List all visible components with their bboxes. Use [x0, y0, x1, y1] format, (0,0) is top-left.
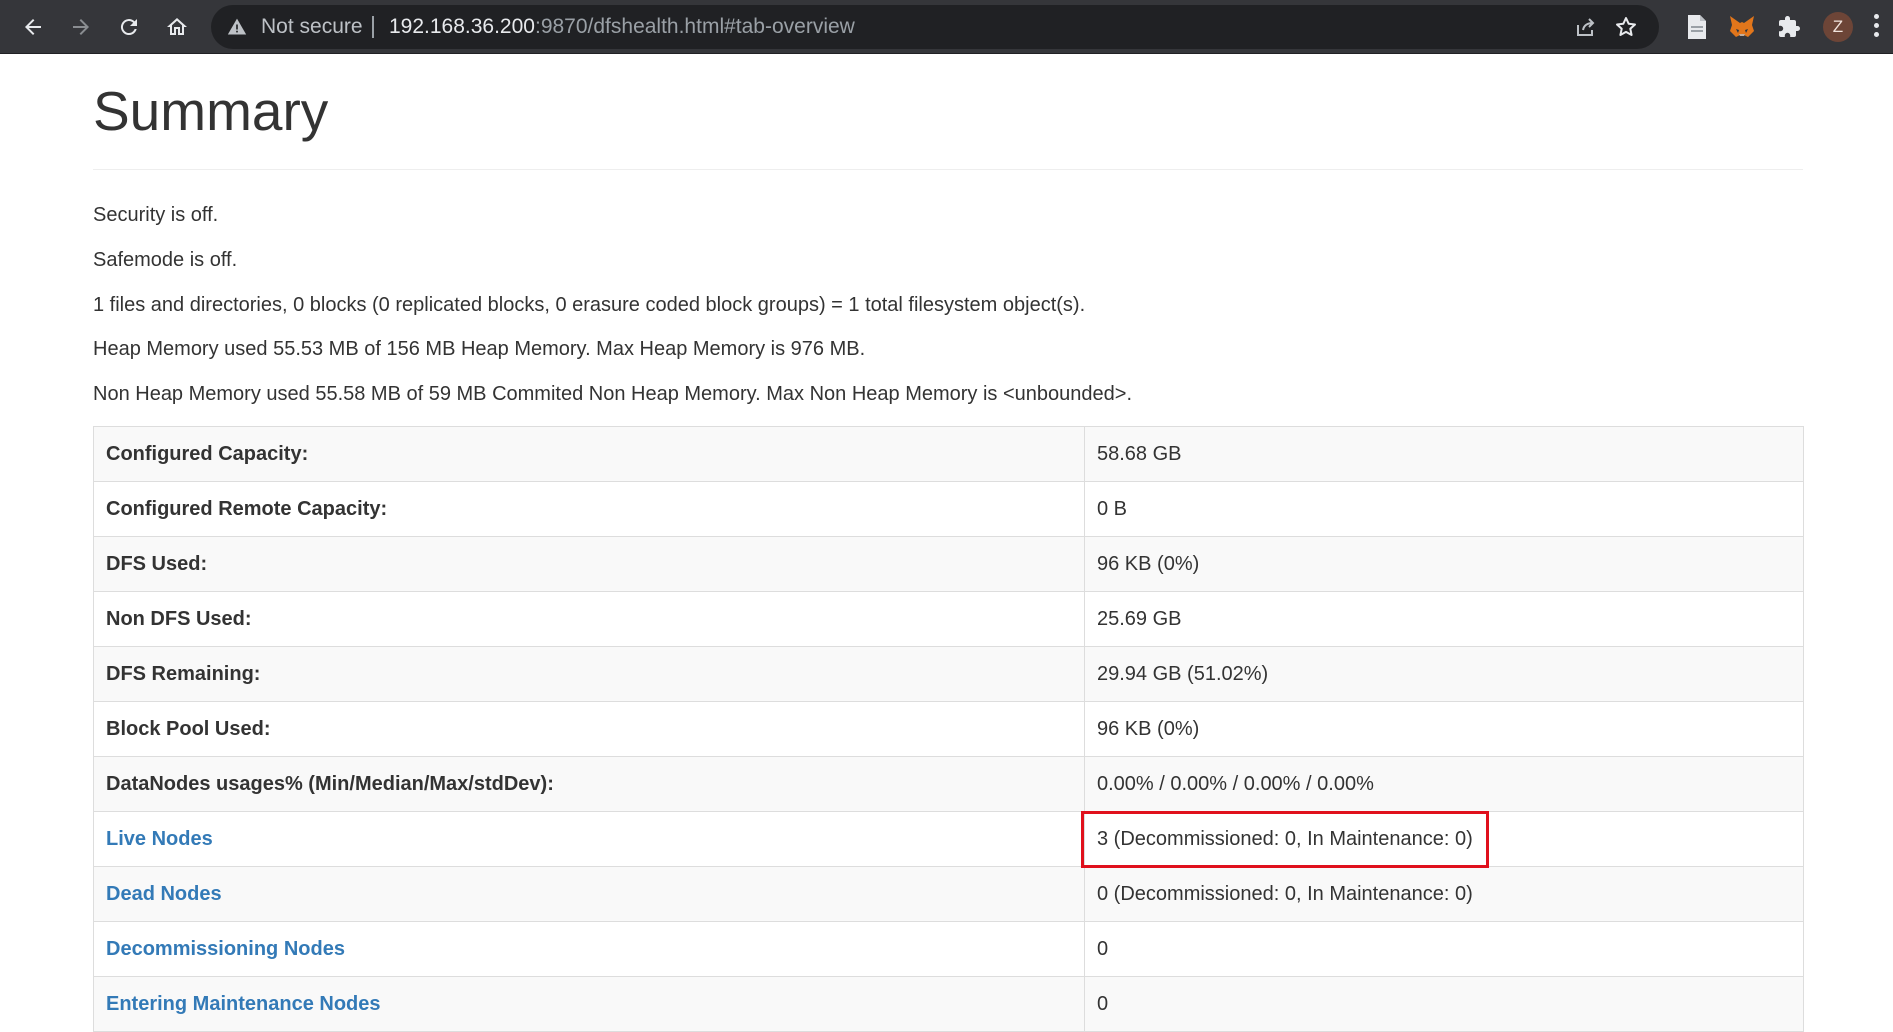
entering-maintenance-nodes-link[interactable]: Entering Maintenance Nodes — [106, 993, 381, 1015]
url-host: 192.168.36.200 — [389, 15, 535, 38]
row-value: 96 KB (0%) — [1084, 536, 1804, 592]
omnibox-divider — [372, 16, 374, 38]
row-value: 29.94 GB (51.02%) — [1084, 646, 1804, 702]
filesystem-objects-info: 1 files and directories, 0 blocks (0 rep… — [93, 294, 1086, 316]
table-row: DFS Used: 96 KB (0%) — [93, 536, 1804, 592]
profile-avatar[interactable]: Z — [1823, 12, 1853, 42]
row-value: 25.69 GB — [1084, 591, 1804, 647]
home-icon — [167, 18, 187, 35]
row-label: Configured Capacity: — [93, 426, 1085, 482]
safemode-status: Safemode is off. — [93, 249, 238, 271]
table-row: Decommissioning Nodes 0 — [93, 921, 1804, 977]
address-bar[interactable]: Not secure 192.168.36.200:9870/dfshealth… — [211, 5, 1659, 49]
share-icon[interactable] — [1574, 15, 1598, 39]
title-divider — [93, 169, 1803, 170]
fox-extension-icon — [1730, 16, 1754, 37]
row-value: 0 — [1084, 921, 1804, 977]
heap-memory-info: Heap Memory used 55.53 MB of 156 MB Heap… — [93, 338, 866, 360]
table-row: DataNodes usages% (Min/Median/Max/stdDev… — [93, 756, 1804, 812]
row-value: 3 (Decommissioned: 0, In Maintenance: 0) — [1081, 810, 1804, 868]
document-icon — [1688, 15, 1706, 39]
decommissioning-nodes-link[interactable]: Decommissioning Nodes — [106, 938, 345, 960]
kebab-menu-icon[interactable] — [1872, 14, 1880, 40]
row-label: DFS Remaining: — [93, 646, 1085, 702]
row-label: Entering Maintenance Nodes — [93, 976, 1085, 1032]
url-text[interactable]: 192.168.36.200:9870/dfshealth.html#tab-o… — [389, 5, 855, 49]
row-label: Live Nodes — [93, 811, 1085, 867]
row-value: 96 KB (0%) — [1084, 701, 1804, 757]
warning-triangle-icon — [227, 18, 247, 35]
table-row: Non DFS Used: 25.69 GB — [93, 591, 1804, 647]
metamask-extension-button[interactable] — [1728, 13, 1756, 41]
summary-table: Configured Capacity: 58.68 GB Configured… — [93, 426, 1804, 1032]
page-title: Summary — [93, 80, 329, 142]
reload-button[interactable] — [110, 8, 148, 46]
row-value: 58.68 GB — [1084, 426, 1804, 482]
arrow-left-icon — [25, 19, 41, 35]
row-label: DataNodes usages% (Min/Median/Max/stdDev… — [93, 756, 1085, 812]
table-row: Configured Capacity: 58.68 GB — [93, 426, 1804, 482]
forward-button[interactable] — [62, 8, 100, 46]
arrow-right-icon — [73, 19, 89, 35]
document-extension-button[interactable] — [1683, 13, 1711, 41]
table-row: Block Pool Used: 96 KB (0%) — [93, 701, 1804, 757]
not-secure-label[interactable]: Not secure — [261, 5, 363, 49]
row-value: 0 — [1084, 976, 1804, 1032]
row-value: 0 (Decommissioned: 0, In Maintenance: 0) — [1084, 866, 1804, 922]
star-icon[interactable] — [1614, 15, 1638, 39]
live-nodes-link[interactable]: Live Nodes — [106, 828, 213, 850]
puzzle-icon — [1779, 16, 1800, 37]
browser-toolbar: Not secure 192.168.36.200:9870/dfshealth… — [0, 0, 1893, 54]
row-value: 0 B — [1084, 481, 1804, 537]
non-heap-memory-info: Non Heap Memory used 55.58 MB of 59 MB C… — [93, 383, 1133, 405]
live-nodes-value-highlighted: 3 (Decommissioned: 0, In Maintenance: 0) — [1081, 810, 1489, 868]
reload-icon — [120, 19, 137, 36]
dead-nodes-link[interactable]: Dead Nodes — [106, 883, 222, 905]
table-row: Entering Maintenance Nodes 0 — [93, 976, 1804, 1032]
home-button[interactable] — [158, 8, 196, 46]
row-label: DFS Used: — [93, 536, 1085, 592]
row-label: Decommissioning Nodes — [93, 921, 1085, 977]
table-row: Configured Remote Capacity: 0 B — [93, 481, 1804, 537]
table-row: Live Nodes 3 (Decommissioned: 0, In Main… — [93, 810, 1804, 868]
table-row: DFS Remaining: 29.94 GB (51.02%) — [93, 646, 1804, 702]
security-status: Security is off. — [93, 204, 219, 226]
row-value: 0.00% / 0.00% / 0.00% / 0.00% — [1084, 756, 1804, 812]
back-button[interactable] — [14, 8, 52, 46]
row-label: Dead Nodes — [93, 866, 1085, 922]
extensions-button[interactable] — [1775, 13, 1803, 41]
row-label: Configured Remote Capacity: — [93, 481, 1085, 537]
url-path: :9870/dfshealth.html#tab-overview — [534, 15, 855, 38]
row-label: Block Pool Used: — [93, 701, 1085, 757]
table-row: Dead Nodes 0 (Decommissioned: 0, In Main… — [93, 866, 1804, 922]
row-label: Non DFS Used: — [93, 591, 1085, 647]
